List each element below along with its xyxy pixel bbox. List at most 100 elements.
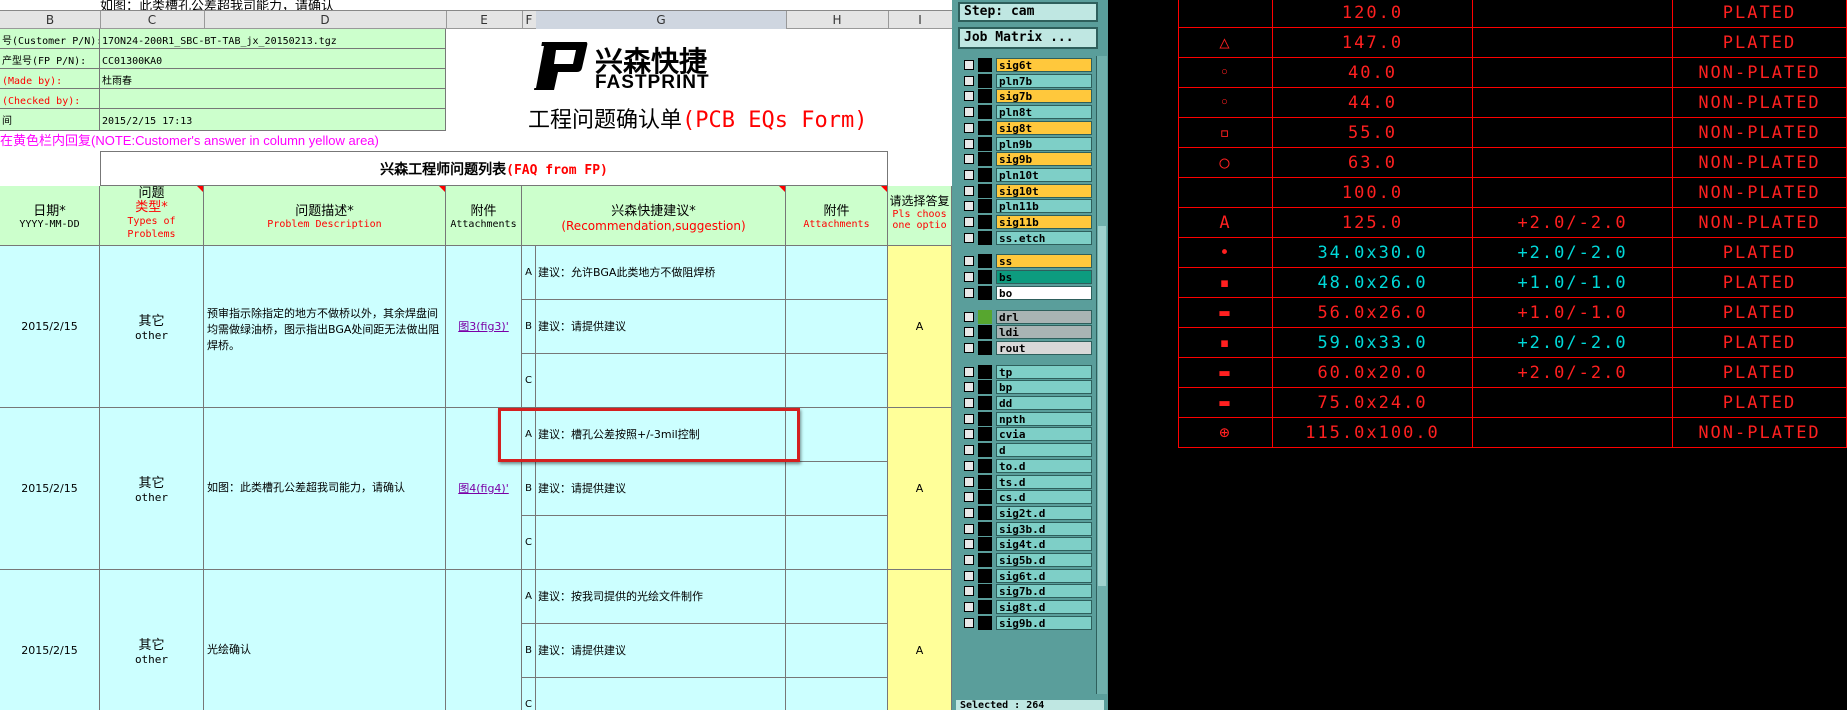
info-value-fp-pn[interactable]: CC01300KA0 <box>100 49 446 69</box>
layer-row-sig2t-d[interactable]: sig2t.d <box>962 505 1092 520</box>
layer-name[interactable]: sig7b.d <box>996 584 1092 599</box>
layer-name[interactable]: cvia <box>996 427 1092 442</box>
layer-name[interactable]: ldi <box>996 325 1092 340</box>
layer-checkbox[interactable] <box>964 107 974 118</box>
layer-name[interactable]: npth <box>996 411 1092 426</box>
problem-1-option-c-text[interactable] <box>536 354 786 408</box>
layer-checkbox[interactable] <box>964 555 974 565</box>
layer-name[interactable]: sig8t <box>996 120 1092 135</box>
layer-row-sig8t[interactable]: sig8t <box>962 120 1092 135</box>
layer-row-bo[interactable]: bo <box>962 285 1092 300</box>
problem-2-date[interactable]: 2015/2/15 <box>0 408 100 570</box>
drill-row[interactable]: ▬ 56.0x26.0 +1.0/-1.0 PLATED <box>1178 298 1847 328</box>
problem-2-description[interactable]: 如图：此类槽孔公差超我司能力，请确认 <box>204 408 446 570</box>
layer-row-sig9b[interactable]: sig9b <box>962 152 1092 167</box>
problem-3-type[interactable]: 其它 other <box>100 570 204 710</box>
layer-name[interactable]: sig6t <box>996 58 1092 72</box>
layer-row-sig7b[interactable]: sig7b <box>962 89 1092 104</box>
problem-2-att2-b[interactable] <box>786 462 888 516</box>
problem-1-option-a-text[interactable]: 建议：允许BGA此类地方不做阻焊桥 <box>536 246 786 300</box>
layer-row-pln9b[interactable]: pln9b <box>962 136 1092 151</box>
layer-checkbox[interactable] <box>964 287 974 298</box>
drill-row[interactable]: • 34.0x30.0 +2.0/-2.0 PLATED <box>1178 238 1847 268</box>
layer-checkbox[interactable] <box>964 523 974 534</box>
layer-name[interactable]: pln7b <box>996 73 1092 88</box>
layer-checkbox[interactable] <box>964 570 974 581</box>
layer-checkbox[interactable] <box>964 617 974 628</box>
layer-checkbox[interactable] <box>964 507 974 518</box>
drill-row[interactable]: ◦ 40.0 NON-PLATED <box>1178 58 1847 88</box>
layer-checkbox[interactable] <box>964 91 974 102</box>
problem-3-option-b-text[interactable]: 建议：请提供建议 <box>536 624 786 678</box>
layer-checkbox[interactable] <box>964 185 974 196</box>
layer-row-cs-d[interactable]: cs.d <box>962 490 1092 505</box>
layer-name[interactable]: bo <box>996 285 1092 300</box>
layer-name[interactable]: cs.d <box>996 490 1092 505</box>
layer-row-ldi[interactable]: ldi <box>962 325 1092 340</box>
layer-row-tp[interactable]: tp <box>962 364 1092 379</box>
problem-3-description[interactable]: 光绘确认 <box>204 570 446 710</box>
layer-row-sig11b[interactable]: sig11b <box>962 215 1092 229</box>
col-header-e[interactable]: E <box>446 11 523 29</box>
layer-row-ss-etch[interactable]: ss.etch <box>962 230 1092 245</box>
scrollbar-thumb[interactable] <box>1098 226 1106 586</box>
layer-name[interactable]: sig7b <box>996 89 1092 104</box>
layer-checkbox[interactable] <box>964 122 974 133</box>
layer-name[interactable]: sig2t.d <box>996 505 1092 520</box>
layer-name[interactable]: pln8t <box>996 105 1092 120</box>
problem-3-att2-a[interactable] <box>786 570 888 624</box>
layer-name[interactable]: sig4t.d <box>996 537 1092 552</box>
layer-row-pln8t[interactable]: pln8t <box>962 105 1092 120</box>
layer-checkbox[interactable] <box>964 272 974 283</box>
problem-2-type[interactable]: 其它 other <box>100 408 204 570</box>
col-header-i[interactable]: I <box>888 11 952 29</box>
col-header-f[interactable]: F <box>522 11 537 29</box>
col-header-b[interactable]: B <box>0 11 101 29</box>
layer-row-sig5b-d[interactable]: sig5b.d <box>962 553 1092 567</box>
layer-checkbox[interactable] <box>964 366 974 377</box>
problem-1-attachment[interactable]: 图3(fig3)' <box>446 246 522 408</box>
problem-3-option-c-text[interactable] <box>536 678 786 710</box>
layer-name[interactable]: ss.etch <box>996 230 1092 245</box>
layer-name[interactable]: sig6t.d <box>996 568 1092 583</box>
col-header-h[interactable]: H <box>786 11 889 29</box>
layer-checkbox[interactable] <box>964 476 974 487</box>
problem-1-answer[interactable]: A <box>888 246 952 408</box>
problem-1-description[interactable]: 预审指示除指定的地方不做桥以外，其余焊盘间均需做绿油桥，图示指出BGA处间距无法… <box>204 246 446 408</box>
layer-row-sig6t-d[interactable]: sig6t.d <box>962 568 1092 583</box>
layer-name[interactable]: tp <box>996 364 1092 379</box>
layer-checkbox[interactable] <box>964 311 974 322</box>
problem-3-attachment[interactable] <box>446 570 522 710</box>
layer-checkbox[interactable] <box>964 60 974 70</box>
layer-checkbox[interactable] <box>964 445 974 456</box>
layer-row-pln7b[interactable]: pln7b <box>962 73 1092 88</box>
problem-3-answer[interactable]: A <box>888 570 952 710</box>
problem-3-date[interactable]: 2015/2/15 <box>0 570 100 710</box>
problem-1-type[interactable]: 其它 other <box>100 246 204 408</box>
drill-row[interactable]: ▬ 75.0x24.0 PLATED <box>1178 388 1847 418</box>
layer-list-scrollbar[interactable] <box>1096 56 1107 694</box>
layer-name[interactable]: dd <box>996 396 1092 410</box>
problem-3-att2-b[interactable] <box>786 624 888 678</box>
info-value-checked-by[interactable] <box>100 89 446 109</box>
drill-row[interactable]: ▫ 55.0 NON-PLATED <box>1178 118 1847 148</box>
layer-name[interactable]: pln10t <box>996 167 1092 182</box>
layer-name[interactable]: to.d <box>996 458 1092 473</box>
layer-name[interactable]: ts.d <box>996 474 1092 489</box>
layer-row-sig4t-d[interactable]: sig4t.d <box>962 537 1092 552</box>
layer-checkbox[interactable] <box>964 138 974 149</box>
formula-bar[interactable]: 如图：此类槽孔公差超我司能力，请确认 <box>0 0 952 11</box>
layer-name[interactable]: bs <box>996 270 1092 285</box>
drill-row[interactable]: ⊕ 115.0x100.0 NON-PLATED <box>1178 418 1847 448</box>
layer-checkbox[interactable] <box>964 342 974 353</box>
layer-row-sig9b-d[interactable]: sig9b.d <box>962 615 1092 630</box>
layer-name[interactable]: sig10t <box>996 183 1092 198</box>
layer-checkbox[interactable] <box>964 217 974 227</box>
layer-row-bp[interactable]: bp <box>962 380 1092 395</box>
layer-checkbox[interactable] <box>964 154 974 165</box>
layer-name[interactable]: sig9b <box>996 152 1092 167</box>
problem-3-att2-c[interactable] <box>786 678 888 710</box>
problem-2-answer[interactable]: A <box>888 408 952 570</box>
layer-checkbox[interactable] <box>964 413 974 424</box>
layer-row-drl[interactable]: drl <box>962 309 1092 324</box>
